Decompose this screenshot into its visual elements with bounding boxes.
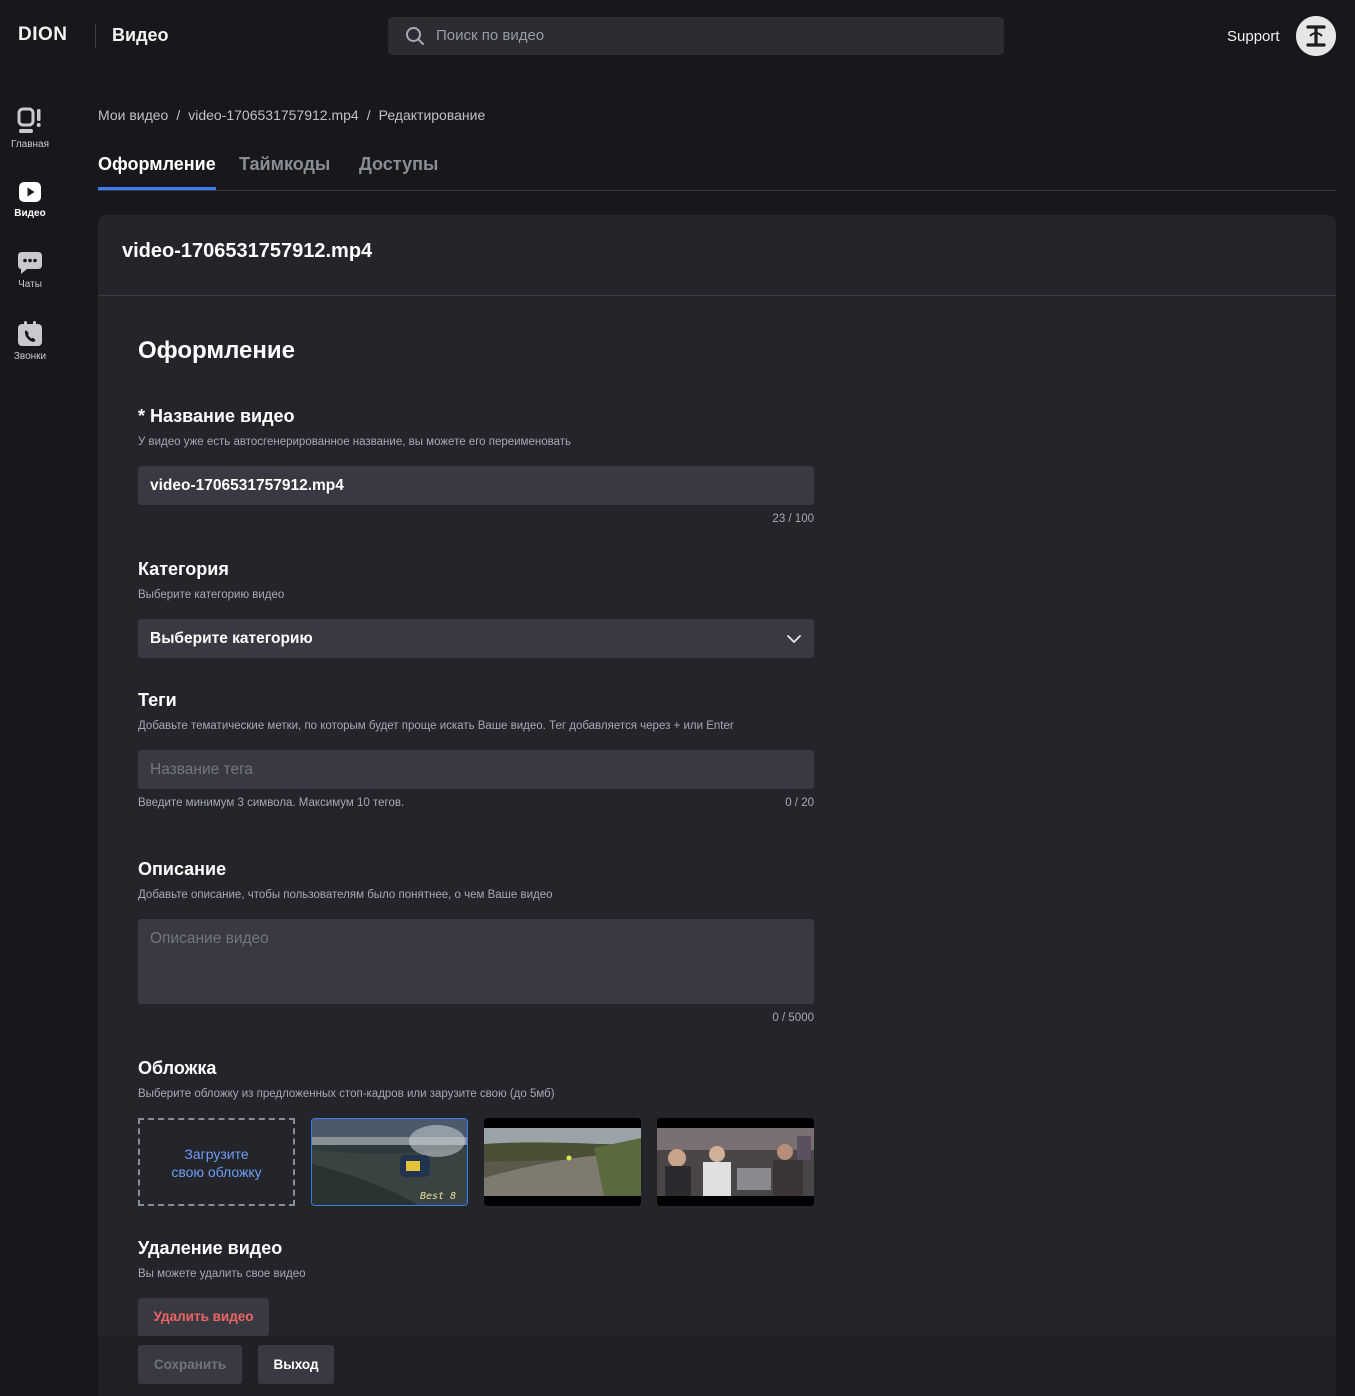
logo-divider <box>95 24 96 48</box>
search-placeholder: Поиск по видео <box>436 27 545 44</box>
delete-video-button[interactable]: Удалить видео <box>138 1298 269 1336</box>
tags-counter: 0 / 20 <box>785 797 814 809</box>
tags-input[interactable]: Название тега <box>138 750 814 789</box>
top-bar: DION Видео Поиск по видео Support <box>0 0 1355 72</box>
cover-thumbnail-1[interactable]: Best 8 <box>311 1118 468 1206</box>
edit-card: video-1706531757912.mp4 Оформление * Наз… <box>98 215 1336 1396</box>
delete-video-button-label: Удалить видео <box>153 1309 254 1324</box>
video-name-hint: У видео уже есть автосгенерированное наз… <box>138 436 571 448</box>
delete-video-hint: Вы можете удалить свое видео <box>138 1268 306 1280</box>
video-name-label: * Название видео <box>138 406 295 426</box>
home-icon <box>17 107 41 133</box>
video-frame-image <box>657 1118 814 1206</box>
category-select[interactable]: Выберите категорию <box>138 619 814 658</box>
sidebar-item-video[interactable]: Видео <box>0 180 60 219</box>
tab-bar: Оформление Таймкоды Доступы <box>98 154 1336 191</box>
form-footer: Сохранить Выход <box>98 1336 1336 1396</box>
delete-video-label: Удаление видео <box>138 1238 283 1258</box>
description-textarea[interactable]: Описание видео <box>138 919 814 1004</box>
app-title: Видео <box>112 25 169 45</box>
card-header: video-1706531757912.mp4 <box>98 215 1336 296</box>
breadcrumb-separator: / <box>366 107 371 123</box>
sidebar-item-label: Главная <box>10 139 50 150</box>
sidebar-item-chats[interactable]: Чаты <box>0 251 60 290</box>
brand-avatar-icon <box>1296 16 1336 56</box>
breadcrumb-item-video[interactable]: video-1706531757912.mp4 <box>188 107 358 123</box>
avatar[interactable] <box>1296 16 1336 56</box>
exit-button[interactable]: Выход <box>258 1345 334 1384</box>
video-frame-image: Best 8 <box>312 1119 467 1205</box>
chat-icon <box>18 252 42 274</box>
category-selected-value: Выберите категорию <box>150 630 313 647</box>
description-hint: Добавьте описание, чтобы пользователям б… <box>138 889 553 901</box>
thumbnail-overlay-text: Best 8 <box>420 1191 456 1202</box>
sidebar-item-label: Чаты <box>18 279 42 290</box>
section-title: Оформление <box>138 337 295 364</box>
breadcrumb-item-my-videos[interactable]: Мои видео <box>98 107 168 123</box>
exit-button-label: Выход <box>273 1357 319 1372</box>
sidebar-item-label: Звонки <box>13 351 47 362</box>
video-name-input[interactable]: video-1706531757912.mp4 <box>138 466 814 505</box>
calls-icon <box>18 321 42 346</box>
tags-placeholder: Название тега <box>150 761 254 778</box>
sidebar-item-home[interactable]: Главная <box>0 107 60 150</box>
breadcrumb: Мои видео / video-1706531757912.mp4 / Редакт… <box>98 107 485 123</box>
video-name-counter: 23 / 100 <box>772 513 814 525</box>
card-title: video-1706531757912.mp4 <box>122 240 373 262</box>
cover-thumbnail-3[interactable] <box>657 1118 814 1206</box>
search-input[interactable]: Поиск по видео <box>388 17 1004 55</box>
tags-hint: Добавьте тематические метки, по которым … <box>138 720 734 732</box>
upload-cover-button[interactable]: Загрузите свою обложку <box>138 1118 295 1206</box>
tab-timecodes[interactable]: Таймкоды <box>239 154 330 190</box>
cover-thumbnail-2[interactable] <box>484 1118 641 1206</box>
play-icon <box>19 182 41 202</box>
breadcrumb-separator: / <box>176 107 181 123</box>
description-label: Описание <box>138 859 227 879</box>
description-placeholder: Описание видео <box>150 930 269 947</box>
breadcrumb-item-current: Редактирование <box>378 107 486 123</box>
tags-note: Введите минимум 3 символа. Максимум 10 т… <box>138 797 405 809</box>
save-button-label: Сохранить <box>153 1357 227 1372</box>
tab-design[interactable]: Оформление <box>98 154 216 190</box>
category-hint: Выберите категорию видео <box>138 589 285 601</box>
sidebar-item-calls[interactable]: Звонки <box>0 321 60 362</box>
tags-label: Теги <box>138 690 177 710</box>
tab-access[interactable]: Доступы <box>359 154 438 190</box>
cover-label: Обложка <box>138 1058 217 1078</box>
chevron-down-icon <box>787 635 801 643</box>
dion-logo[interactable]: DION <box>18 24 68 46</box>
search-icon <box>406 27 424 45</box>
category-label: Категория <box>138 559 229 579</box>
cover-hint: Выберите обложку из предложенных стоп-ка… <box>138 1088 555 1100</box>
sidebar-item-label: Видео <box>14 208 46 219</box>
description-counter: 0 / 5000 <box>772 1012 814 1024</box>
support-link[interactable]: Support <box>1227 28 1280 45</box>
video-name-value: video-1706531757912.mp4 <box>150 477 344 494</box>
save-button[interactable]: Сохранить <box>138 1345 242 1384</box>
upload-cover-label: Загрузите свою обложку <box>171 1146 262 1180</box>
video-frame-image <box>484 1118 641 1206</box>
